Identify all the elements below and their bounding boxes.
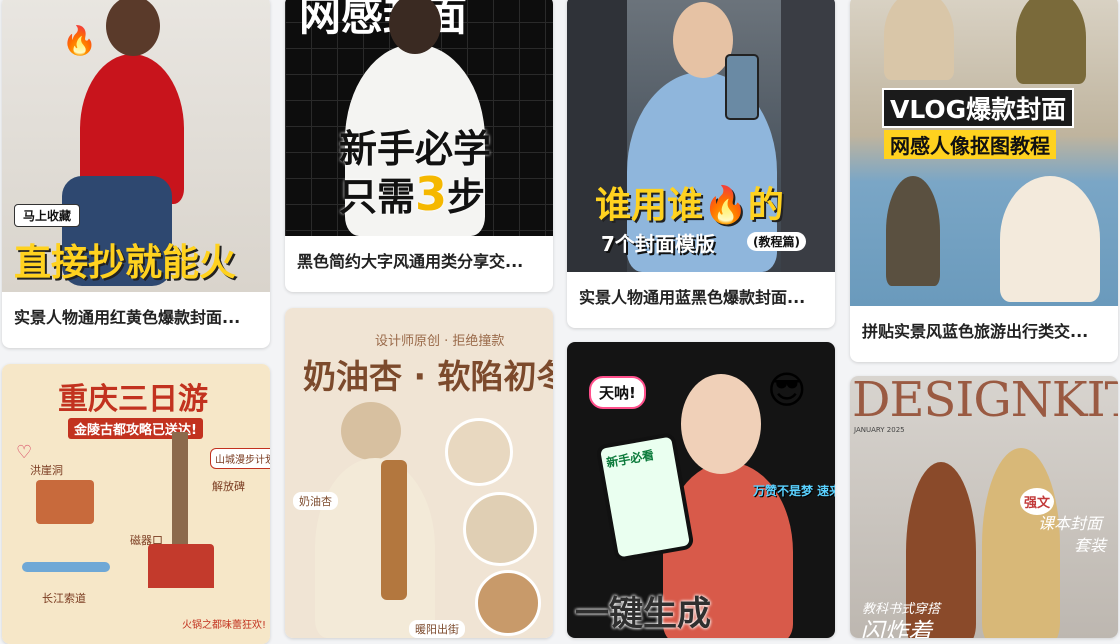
bottom-text-2: 闪炸着 xyxy=(860,618,932,638)
trip-title: 重庆三日游 xyxy=(58,382,208,417)
card-thumbnail[interactable]: 天呐! 😎 新手必看 万赞不是梦 速来围观 一键生成 xyxy=(567,342,835,638)
headline-line2: 只需3步 xyxy=(339,167,486,221)
phone-shape xyxy=(725,54,759,120)
person-figure-4 xyxy=(1000,176,1100,302)
map-label-5: 长江索道 xyxy=(42,592,86,605)
detail-circle-1 xyxy=(445,418,513,486)
detail-circle-3 xyxy=(475,570,541,636)
person-head xyxy=(673,2,733,78)
tutorial-tag: (教程篇) xyxy=(747,232,806,251)
template-card-1[interactable]: 🔥 马上收藏 直接抄就能火 实景人物通用红黄色爆款封面... xyxy=(2,0,270,348)
badge-label: 马上收藏 xyxy=(14,204,81,227)
headline-line1: 谁用谁🔥的 xyxy=(595,185,784,226)
person-figure-2 xyxy=(1016,0,1086,84)
bottom-headline: 一键生成 xyxy=(575,594,711,634)
map-label-1: 洪崖洞 xyxy=(30,464,63,477)
person-head xyxy=(389,0,441,54)
heart-icon: ♡ xyxy=(16,442,33,463)
template-card-5[interactable]: 重庆三日游 金陵古都攻略已送达! ♡ 洪崖洞 山城漫步计划启动! 解放碑 磁器口… xyxy=(2,364,270,644)
map-label-3: 解放碑 xyxy=(212,480,245,493)
headline-text: 直接抄就能火 xyxy=(14,241,236,284)
color-tag: 奶油杏 xyxy=(293,492,338,510)
person-figure-2 xyxy=(982,448,1060,638)
card-thumbnail[interactable]: 重庆三日游 金陵古都攻略已送达! ♡ 洪崖洞 山城漫步计划启动! 解放碑 磁器口… xyxy=(2,364,270,644)
headline-text: 奶油杏 · 软陷初冬 xyxy=(303,357,553,396)
headline-line2: 网感人像抠图教程 xyxy=(884,130,1056,159)
fire-icon: 🔥 xyxy=(62,24,97,57)
card-thumbnail[interactable]: 网感封面 新手必学 只需3步 xyxy=(285,0,553,236)
speech-bubble: 天呐! xyxy=(589,376,646,409)
style-tag: 暖阳出街 xyxy=(409,620,465,638)
card-title[interactable]: 实景人物通用红黄色爆款封面... xyxy=(2,292,270,348)
gate-illustration xyxy=(148,544,214,588)
hat-shape xyxy=(341,402,401,460)
map-label-2: 山城漫步计划启动! xyxy=(210,448,270,469)
person-figure-1 xyxy=(884,0,954,80)
person-figure xyxy=(315,458,435,638)
map-label-6: 火锅之都味蕾狂欢! xyxy=(182,620,267,631)
cool-emoji-icon: 😎 xyxy=(767,368,807,412)
detail-circle-2 xyxy=(463,492,537,566)
tower-illustration xyxy=(172,432,188,548)
right-text-2: 套装 xyxy=(1074,536,1107,555)
phone-headline: 新手必看 xyxy=(605,447,656,471)
headline-line1: 新手必学 xyxy=(339,127,492,171)
headline-line2: 7个封面模版 xyxy=(601,232,715,256)
person-head xyxy=(106,0,160,56)
card-title[interactable]: 实景人物通用蓝黑色爆款封面... xyxy=(567,272,835,328)
card-title[interactable]: 拼贴实景风蓝色旅游出行类交... xyxy=(850,306,1118,362)
template-card-3[interactable]: 谁用谁🔥的 7个封面模版 (教程篇) 实景人物通用蓝黑色爆款封面... xyxy=(567,0,835,328)
headline-line1: VLOG爆款封面 xyxy=(882,88,1075,128)
card-thumbnail[interactable]: VLOG爆款封面 网感人像抠图教程 xyxy=(850,0,1118,306)
scarf-shape xyxy=(381,460,407,600)
template-card-6[interactable]: 设计师原创 · 拒绝撞款 奶油杏 · 软陷初冬 奶油杏 暖阳出街 xyxy=(285,308,553,638)
card-thumbnail[interactable]: 🔥 马上收藏 直接抄就能火 xyxy=(2,0,270,292)
template-card-8[interactable]: DESIGNKIT JANUARY 2025 强文 课本封面 套装 教科书式穿搭… xyxy=(850,376,1118,638)
side-text: 万赞不是梦 速来围观 xyxy=(753,484,835,498)
right-text-1: 课本封面 xyxy=(1038,514,1103,533)
magazine-date: JANUARY 2025 xyxy=(854,426,905,434)
person-figure-3 xyxy=(886,176,940,286)
building-illustration xyxy=(36,480,94,524)
card-title[interactable]: 黑色简约大字风通用类分享交... xyxy=(285,236,553,292)
person-head xyxy=(681,374,761,474)
template-card-2[interactable]: 网感封面 新手必学 只需3步 黑色简约大字风通用类分享交... xyxy=(285,0,553,292)
template-card-7[interactable]: 天呐! 😎 新手必看 万赞不是梦 速来围观 一键生成 xyxy=(567,342,835,638)
phone-mockup: 新手必看 xyxy=(595,431,695,563)
river-illustration xyxy=(22,562,110,572)
magazine-brand: DESIGNKIT xyxy=(852,376,1118,428)
top-headline: 网感封面 xyxy=(299,0,468,40)
template-card-4[interactable]: VLOG爆款封面 网感人像抠图教程 拼贴实景风蓝色旅游出行类交... xyxy=(850,0,1118,362)
card-thumbnail[interactable]: DESIGNKIT JANUARY 2025 强文 课本封面 套装 教科书式穿搭… xyxy=(850,376,1118,638)
card-thumbnail[interactable]: 谁用谁🔥的 7个封面模版 (教程篇) xyxy=(567,0,835,272)
card-thumbnail[interactable]: 设计师原创 · 拒绝撞款 奶油杏 · 软陷初冬 奶油杏 暖阳出街 xyxy=(285,308,553,638)
designer-note: 设计师原创 · 拒绝撞款 xyxy=(375,334,505,349)
